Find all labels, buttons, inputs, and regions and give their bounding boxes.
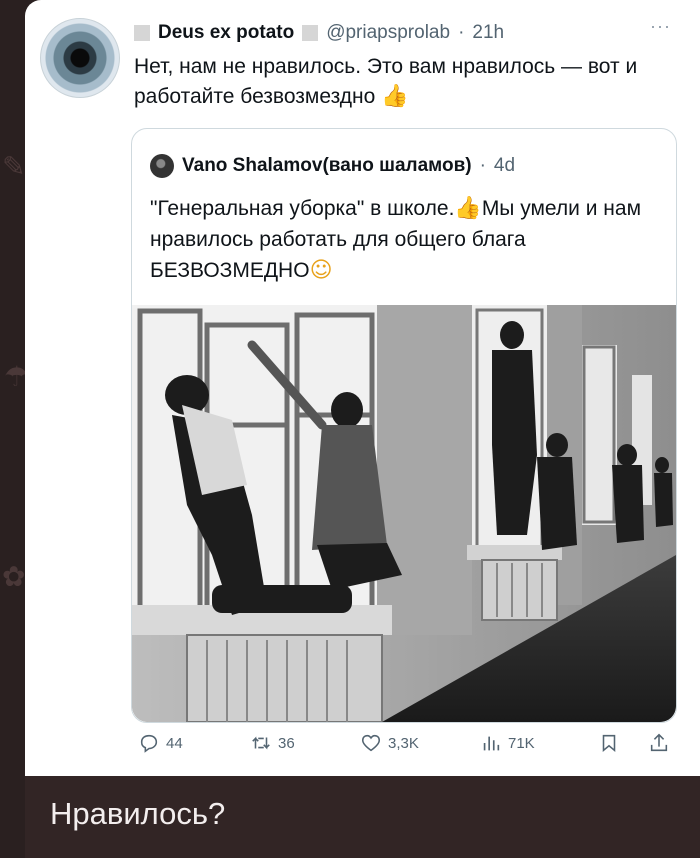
quoted-header: Vano Shalamov(вано шаламов) · 4d [150, 153, 515, 179]
reply-button[interactable]: 44 [138, 732, 183, 754]
quoted-text-part1: "Генеральная уборка" в школе. [150, 197, 455, 220]
quoted-photo[interactable] [132, 305, 676, 722]
flag-icon [302, 25, 319, 41]
repost-icon [252, 736, 270, 750]
quoted-tweet[interactable]: Vano Shalamov(вано шаламов) · 4d "Генера… [131, 128, 677, 723]
tweet-text: Нет, нам не нравилось. Это вам нравилось… [134, 52, 674, 112]
reply-icon [140, 734, 158, 753]
tweet-actions: 44 36 3,3K 71K [130, 732, 675, 762]
repost-button[interactable]: 36 [250, 732, 295, 754]
views-button[interactable]: 71K [480, 732, 535, 754]
views-icon [483, 736, 500, 751]
post-time[interactable]: 21h [472, 22, 504, 44]
quoted-time[interactable]: 4d [494, 155, 515, 177]
share-button[interactable] [648, 732, 670, 754]
author-avatar[interactable] [40, 18, 120, 98]
reply-count: 44 [166, 734, 183, 752]
author-name[interactable]: Deus ex potato [158, 22, 294, 44]
bookmark-button[interactable] [598, 732, 620, 754]
author-handle[interactable]: @priapsprolab [326, 22, 450, 44]
tweet-header: Deus ex potato @priapsprolab · 21h [134, 18, 504, 48]
repost-count: 36 [278, 734, 295, 752]
view-count: 71K [508, 734, 535, 752]
thumbs-up-icon: 👍 [381, 84, 409, 109]
smiling-face-with-hearts-icon: ☺ [309, 258, 333, 283]
like-button[interactable]: 3,3K [360, 732, 419, 754]
separator-dot: · [479, 155, 486, 176]
more-options-icon[interactable]: ··· [650, 16, 671, 37]
share-icon [650, 733, 668, 752]
background-doodle-icon: ✎ [2, 150, 26, 183]
flag-icon [134, 25, 150, 41]
separator-dot: · [458, 22, 465, 43]
quoted-avatar[interactable] [150, 154, 174, 178]
like-count: 3,3K [388, 734, 419, 752]
heart-icon [361, 734, 381, 752]
caption-text: Нравилось? [50, 796, 226, 831]
bookmark-icon [602, 734, 616, 752]
quoted-text: "Генеральная уборка" в школе.👍Мы умели и… [150, 193, 650, 286]
school-cleaning-photo [132, 305, 676, 722]
background-doodle-icon: ✿ [2, 560, 26, 593]
quoted-author-name[interactable]: Vano Shalamov(вано шаламов) [182, 155, 472, 177]
thumbs-up-icon: 👍 [454, 196, 482, 221]
